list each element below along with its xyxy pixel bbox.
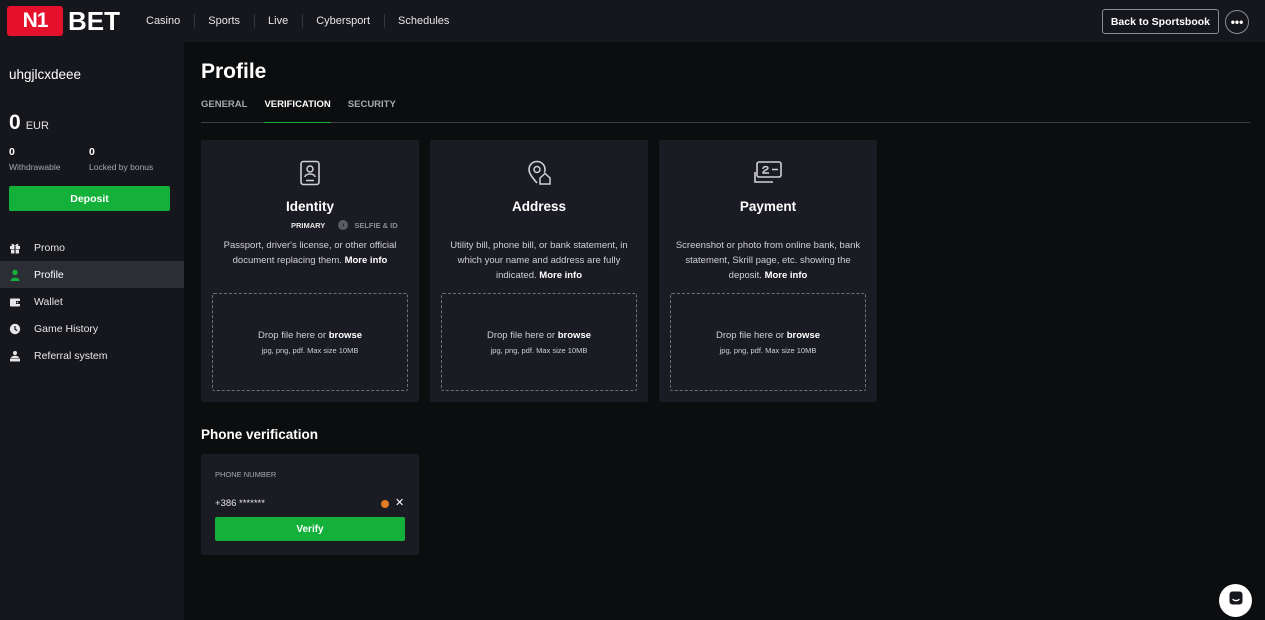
back-to-sportsbook-button[interactable]: Back to Sportsbook bbox=[1101, 9, 1219, 34]
phone-number-label: PHONE NUMBER bbox=[215, 470, 277, 479]
drop-hint: jpg, png, pdf. Max size 10MB bbox=[490, 345, 588, 355]
file-drop-zone[interactable]: Drop file here or browse jpg, png, pdf. … bbox=[441, 293, 637, 391]
locked-balance: 0 Locked by bonus bbox=[89, 146, 153, 172]
tab-general[interactable]: GENERAL bbox=[201, 96, 247, 123]
nav-schedules[interactable]: Schedules bbox=[384, 13, 463, 29]
locked-label: Locked by bonus bbox=[89, 162, 154, 172]
sidebar-item-label: Referral system bbox=[34, 349, 108, 362]
card-title: Identity bbox=[285, 199, 334, 214]
sidebar-item-wallet[interactable]: Wallet bbox=[0, 288, 184, 315]
nav-cybersport[interactable]: Cybersport bbox=[302, 13, 384, 29]
more-menu-button[interactable]: ••• bbox=[1225, 9, 1249, 34]
sidebar-menu: Promo Profile Wallet Game History Referr… bbox=[0, 234, 184, 369]
verify-button[interactable]: Verify bbox=[215, 517, 405, 541]
card-description: Utility bill, phone bill, or bank statem… bbox=[444, 238, 634, 283]
sidebar: uhgjlcxdeee 0 EUR 0 Withdrawable 0 Locke… bbox=[0, 42, 184, 620]
balance-amount: 0 bbox=[9, 111, 21, 134]
deposit-button[interactable]: Deposit bbox=[9, 186, 170, 211]
sidebar-item-profile[interactable]: Profile bbox=[0, 261, 184, 288]
sidebar-item-label: Promo bbox=[34, 241, 65, 254]
location-home-icon bbox=[526, 160, 552, 191]
tab-verification[interactable]: VERIFICATION bbox=[264, 96, 331, 123]
sidebar-item-label: Wallet bbox=[34, 295, 63, 308]
drop-text: Drop file here or bbox=[715, 329, 785, 341]
file-drop-zone[interactable]: Drop file here or browse jpg, png, pdf. … bbox=[212, 293, 408, 391]
payment-card: Payment Screenshot or photo from online … bbox=[659, 140, 877, 402]
username: uhgjlcxdeee bbox=[9, 67, 82, 82]
top-actions: Back to Sportsbook ••• bbox=[1101, 9, 1249, 34]
gift-icon bbox=[9, 242, 21, 254]
locked-value: 0 bbox=[89, 146, 95, 158]
logo-mark: N1 bbox=[7, 6, 63, 36]
tab-security[interactable]: SECURITY bbox=[348, 96, 396, 123]
drop-hint: jpg, png, pdf. Max size 10MB bbox=[719, 345, 817, 355]
sidebar-item-label: Profile bbox=[34, 268, 64, 281]
nav-sports[interactable]: Sports bbox=[194, 13, 254, 29]
document-type-switch[interactable]: PRIMARY › SELFIE & ID bbox=[291, 220, 398, 230]
browse-link[interactable]: browse bbox=[558, 330, 591, 341]
phone-number-value: +386 ******* bbox=[215, 498, 265, 509]
withdrawable-value: 0 bbox=[9, 146, 15, 158]
nav-live[interactable]: Live bbox=[254, 13, 302, 29]
profile-tabs: GENERAL VERIFICATION SECURITY bbox=[201, 96, 1250, 123]
card-description: Screenshot or photo from online bank, ba… bbox=[673, 238, 863, 283]
top-bar: N1 BET Casino Sports Live Cybersport Sch… bbox=[0, 0, 1265, 42]
phone-verification-card: PHONE NUMBER +386 ******* ✕ Verify bbox=[201, 454, 419, 555]
more-info-link[interactable]: More info bbox=[345, 255, 388, 266]
referral-icon bbox=[9, 350, 21, 362]
drop-text: Drop file here or bbox=[257, 329, 327, 341]
withdrawable-label: Withdrawable bbox=[9, 162, 61, 172]
more-dots-icon: ••• bbox=[1230, 14, 1244, 29]
chat-button[interactable] bbox=[1219, 584, 1252, 617]
more-info-link[interactable]: More info bbox=[539, 270, 582, 281]
wallet-icon bbox=[9, 296, 21, 308]
pending-status-icon bbox=[381, 500, 389, 508]
selfie-id-label: SELFIE & ID bbox=[354, 220, 398, 230]
more-info-link[interactable]: More info bbox=[765, 270, 808, 281]
chat-icon bbox=[1228, 590, 1244, 611]
sidebar-item-referral[interactable]: Referral system bbox=[0, 342, 184, 369]
history-icon bbox=[9, 323, 21, 335]
browse-link[interactable]: browse bbox=[787, 330, 820, 341]
page-title: Profile bbox=[201, 60, 267, 83]
browse-link[interactable]: browse bbox=[329, 330, 362, 341]
payment-card-icon bbox=[753, 160, 783, 191]
withdrawable-balance: 0 Withdrawable bbox=[9, 146, 61, 172]
address-card: Address Utility bill, phone bill, or ban… bbox=[430, 140, 648, 402]
user-icon bbox=[9, 269, 21, 281]
balance: 0 EUR bbox=[9, 111, 49, 135]
phone-verification-title: Phone verification bbox=[201, 427, 319, 442]
sidebar-item-label: Game History bbox=[34, 322, 99, 335]
arrow-right-icon: › bbox=[338, 220, 349, 230]
card-title: Payment bbox=[739, 199, 797, 214]
main-nav: Casino Sports Live Cybersport Schedules bbox=[132, 13, 463, 29]
drop-text: Drop file here or bbox=[486, 329, 556, 341]
drop-hint: jpg, png, pdf. Max size 10MB bbox=[261, 345, 359, 355]
brand-logo[interactable]: N1 BET bbox=[7, 6, 120, 36]
sidebar-item-game-history[interactable]: Game History bbox=[0, 315, 184, 342]
card-title: Address bbox=[511, 199, 567, 214]
nav-casino[interactable]: Casino bbox=[132, 13, 194, 29]
file-drop-zone[interactable]: Drop file here or browse jpg, png, pdf. … bbox=[670, 293, 866, 391]
primary-label: PRIMARY bbox=[291, 220, 326, 230]
card-description: Passport, driver's license, or other off… bbox=[215, 238, 405, 268]
clear-phone-icon[interactable]: ✕ bbox=[395, 496, 404, 509]
balance-currency: EUR bbox=[25, 120, 49, 132]
sidebar-item-promo[interactable]: Promo bbox=[0, 234, 184, 261]
logo-text: BET bbox=[68, 5, 120, 36]
identity-card: Identity PRIMARY › SELFIE & ID Passport,… bbox=[201, 140, 419, 402]
id-card-icon bbox=[298, 160, 322, 191]
